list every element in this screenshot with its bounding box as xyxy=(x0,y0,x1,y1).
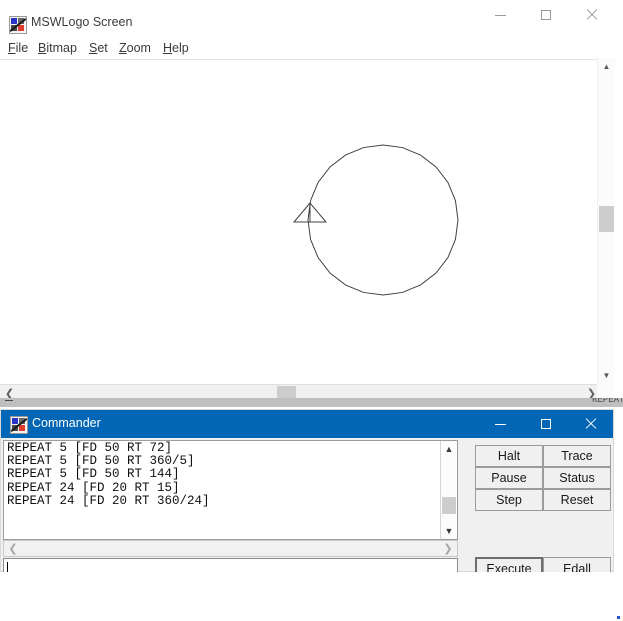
minimize-button[interactable] xyxy=(477,0,523,30)
list-item[interactable]: REPEAT 5 [FD 50 RT 144] xyxy=(7,468,442,481)
halt-button[interactable]: Halt xyxy=(475,445,543,467)
scroll-left-icon[interactable]: ❮ xyxy=(5,541,21,556)
graphics-vertical-scrollbar[interactable]: ▲ ▼ xyxy=(597,58,615,384)
desktop-dot xyxy=(617,616,620,619)
main-menubar: File Bitmap Set Zoom Help xyxy=(0,39,623,58)
scroll-down-icon[interactable]: ▼ xyxy=(598,367,615,384)
scroll-up-icon[interactable]: ▲ xyxy=(441,441,457,457)
turtle-drawing xyxy=(0,60,597,385)
scroll-up-icon[interactable]: ▲ xyxy=(598,58,615,75)
close-icon xyxy=(586,9,598,21)
commander-minimize-button[interactable] xyxy=(478,410,523,438)
vertical-scroll-thumb[interactable] xyxy=(599,206,614,232)
status-button[interactable]: Status xyxy=(543,467,611,489)
commander-window: Commander REPEAT 5 [FD 50 RT 72] REPEAT … xyxy=(0,409,614,572)
mswlogo-icon xyxy=(9,16,27,34)
scroll-down-icon[interactable]: ▼ xyxy=(441,523,457,539)
mswlogo-screen-window: MSWLogo Screen File Bitmap Set Zoom Help… xyxy=(0,0,623,405)
commander-titlebar[interactable]: Commander xyxy=(1,410,613,438)
menu-item-help[interactable]: Help xyxy=(163,39,189,58)
trace-button[interactable]: Trace xyxy=(543,445,611,467)
command-history-lines: REPEAT 5 [FD 50 RT 72] REPEAT 5 [FD 50 R… xyxy=(7,442,442,508)
close-icon xyxy=(585,418,597,430)
command-history-list[interactable]: REPEAT 5 [FD 50 RT 72] REPEAT 5 [FD 50 R… xyxy=(3,440,458,540)
menu-item-file[interactable]: File xyxy=(8,39,28,58)
maximize-icon xyxy=(541,10,551,20)
reset-button[interactable]: Reset xyxy=(543,489,611,511)
background-window-dash xyxy=(5,400,13,401)
menu-item-bitmap[interactable]: Bitmap xyxy=(38,39,77,58)
main-window-titlebar[interactable]: MSWLogo Screen xyxy=(0,0,623,38)
drawn-circle xyxy=(308,145,458,295)
menu-item-zoom[interactable]: Zoom xyxy=(119,39,151,58)
background-window-peek: REPEAT 4 [ xyxy=(0,398,623,407)
main-window-title: MSWLogo Screen xyxy=(31,15,132,29)
list-item[interactable]: REPEAT 24 [FD 20 RT 360/24] xyxy=(7,495,442,508)
maximize-button[interactable] xyxy=(523,0,569,30)
commander-title: Commander xyxy=(32,416,101,430)
pause-button[interactable]: Pause xyxy=(475,467,543,489)
mswlogo-icon xyxy=(10,416,28,434)
history-vertical-scrollbar[interactable]: ▲ ▼ xyxy=(440,441,457,539)
commander-button-panel: Halt Trace Pause Status Step Reset Execu… xyxy=(471,440,613,571)
history-scroll-thumb[interactable] xyxy=(442,497,456,514)
scroll-right-icon[interactable]: ❯ xyxy=(440,541,456,556)
commander-maximize-button[interactable] xyxy=(523,410,568,438)
close-button[interactable] xyxy=(569,0,615,30)
background-window-text: REPEAT 4 [ xyxy=(592,398,623,405)
turtle-graphics-canvas[interactable] xyxy=(0,59,597,385)
minimize-icon xyxy=(495,15,506,16)
step-button[interactable]: Step xyxy=(475,489,543,511)
minimize-icon xyxy=(495,424,506,425)
desktop-background xyxy=(0,572,623,621)
commander-close-button[interactable] xyxy=(568,410,613,438)
maximize-icon xyxy=(541,419,551,429)
history-horizontal-scrollbar[interactable]: ❮ ❯ xyxy=(3,540,458,557)
menu-item-set[interactable]: Set xyxy=(89,39,108,58)
list-item[interactable]: REPEAT 24 [FD 20 RT 15] xyxy=(7,482,442,495)
